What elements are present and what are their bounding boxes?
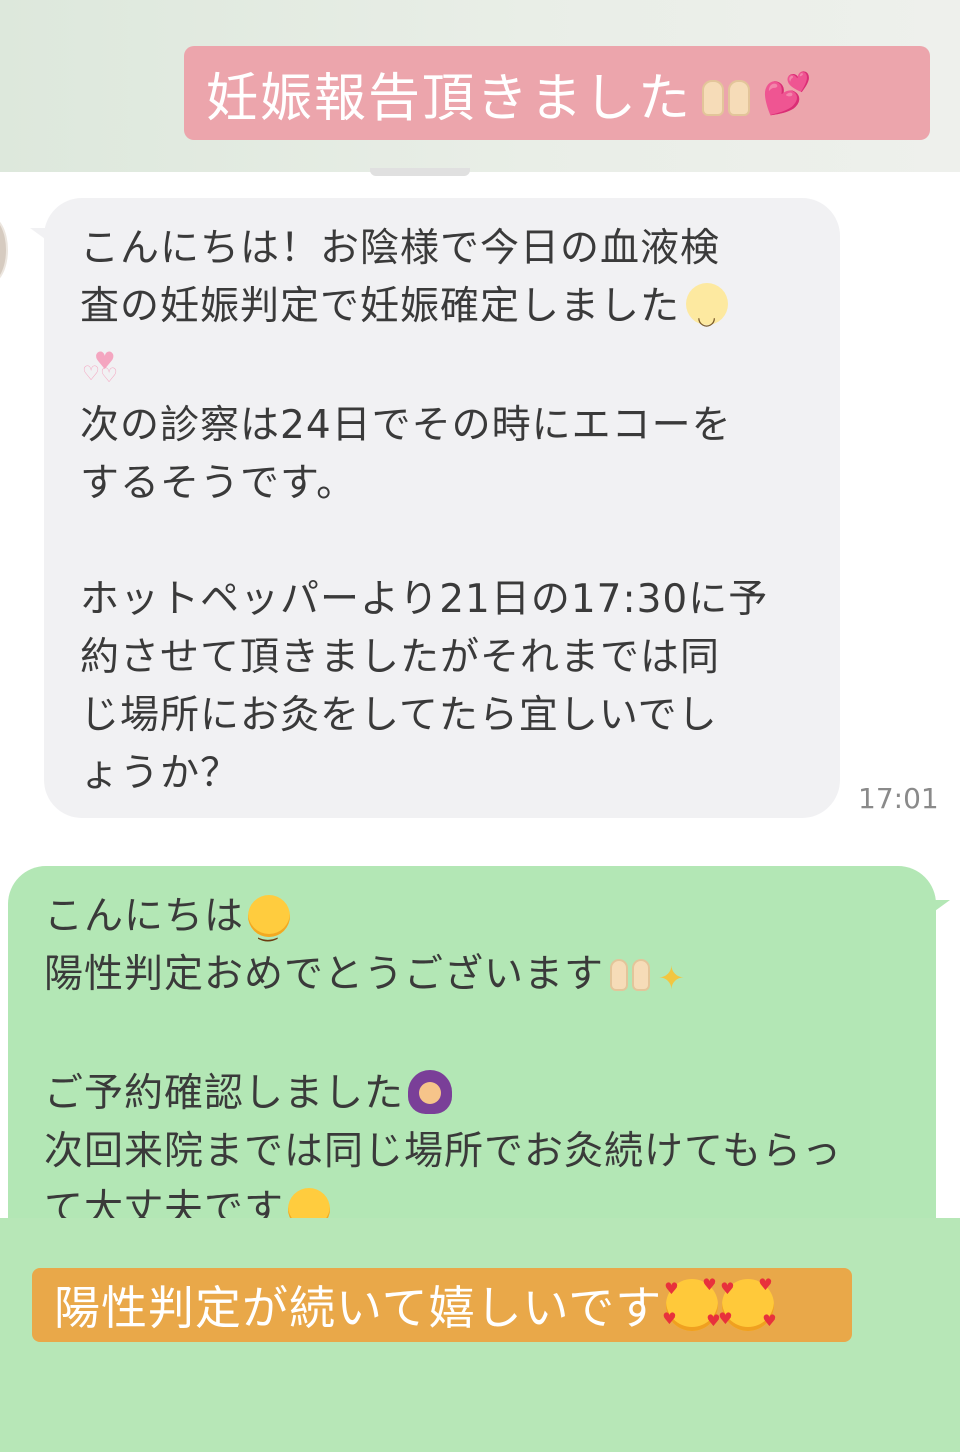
person-gesturing-ok-icon xyxy=(408,1070,453,1114)
message-line: 次回来院までは同じ場所でお灸続けてもらっ xyxy=(44,1129,843,1174)
bottom-caption: 陽性判定が続いて嬉しいです ♥ ♥ ♥ ♥ ♥ ♥ ♥ ♥ xyxy=(32,1268,852,1342)
smile-icon xyxy=(686,283,729,347)
raising-hands-icon xyxy=(608,951,656,995)
smiling-face-with-hearts-icon: ♥ ♥ ♥ ♥ xyxy=(718,1275,778,1331)
message-line: ょうか？ xyxy=(80,751,241,796)
raising-hands-icon xyxy=(696,68,760,118)
message-line: 陽性判定おめでとうございます ✦ xyxy=(44,951,686,997)
message-line: ホットペッパーより21日の17:30に予 xyxy=(80,577,769,622)
top-caption-text: 妊娠報告頂きました xyxy=(206,68,693,129)
pink-hearts-icon: ♥ ♡ ♡ xyxy=(82,347,119,387)
top-caption: 妊娠報告頂きました 💕 xyxy=(184,46,930,140)
message-line: 約させて頂きましたがそれまでは同 xyxy=(80,635,721,680)
smile-icon xyxy=(248,895,291,959)
message-line: じ場所にお灸をしてたら宜しいでし xyxy=(80,693,718,738)
message-line: ご予約確認しました xyxy=(44,1065,936,1123)
bottom-caption-text: 陽性判定が続いて嬉しいです xyxy=(54,1281,663,1335)
message-line: するそうです。 xyxy=(80,461,357,506)
message-line: 次の診察は24日でその時にエコーを xyxy=(80,403,732,448)
message-line: こんにちは xyxy=(44,888,936,959)
two-hearts-icon: 💕 xyxy=(762,70,814,117)
message-line: 査の妊娠判定で妊娠確定しました xyxy=(80,278,820,347)
scroll-indicator xyxy=(370,168,470,176)
message-timestamp: 17:01 xyxy=(858,782,939,815)
incoming-message-bubble[interactable]: こんにちは！お陰様で今日の血液検 査の妊娠判定で妊娠確定しました ♥ ♡ ♡ 次… xyxy=(44,198,840,818)
avatar[interactable] xyxy=(0,216,8,284)
sparkles-icon: ✦ xyxy=(658,959,686,997)
message-line: こんにちは！お陰様で今日の血液検 xyxy=(80,226,721,271)
smiling-face-with-hearts-icon: ♥ ♥ ♥ ♥ xyxy=(662,1275,722,1331)
